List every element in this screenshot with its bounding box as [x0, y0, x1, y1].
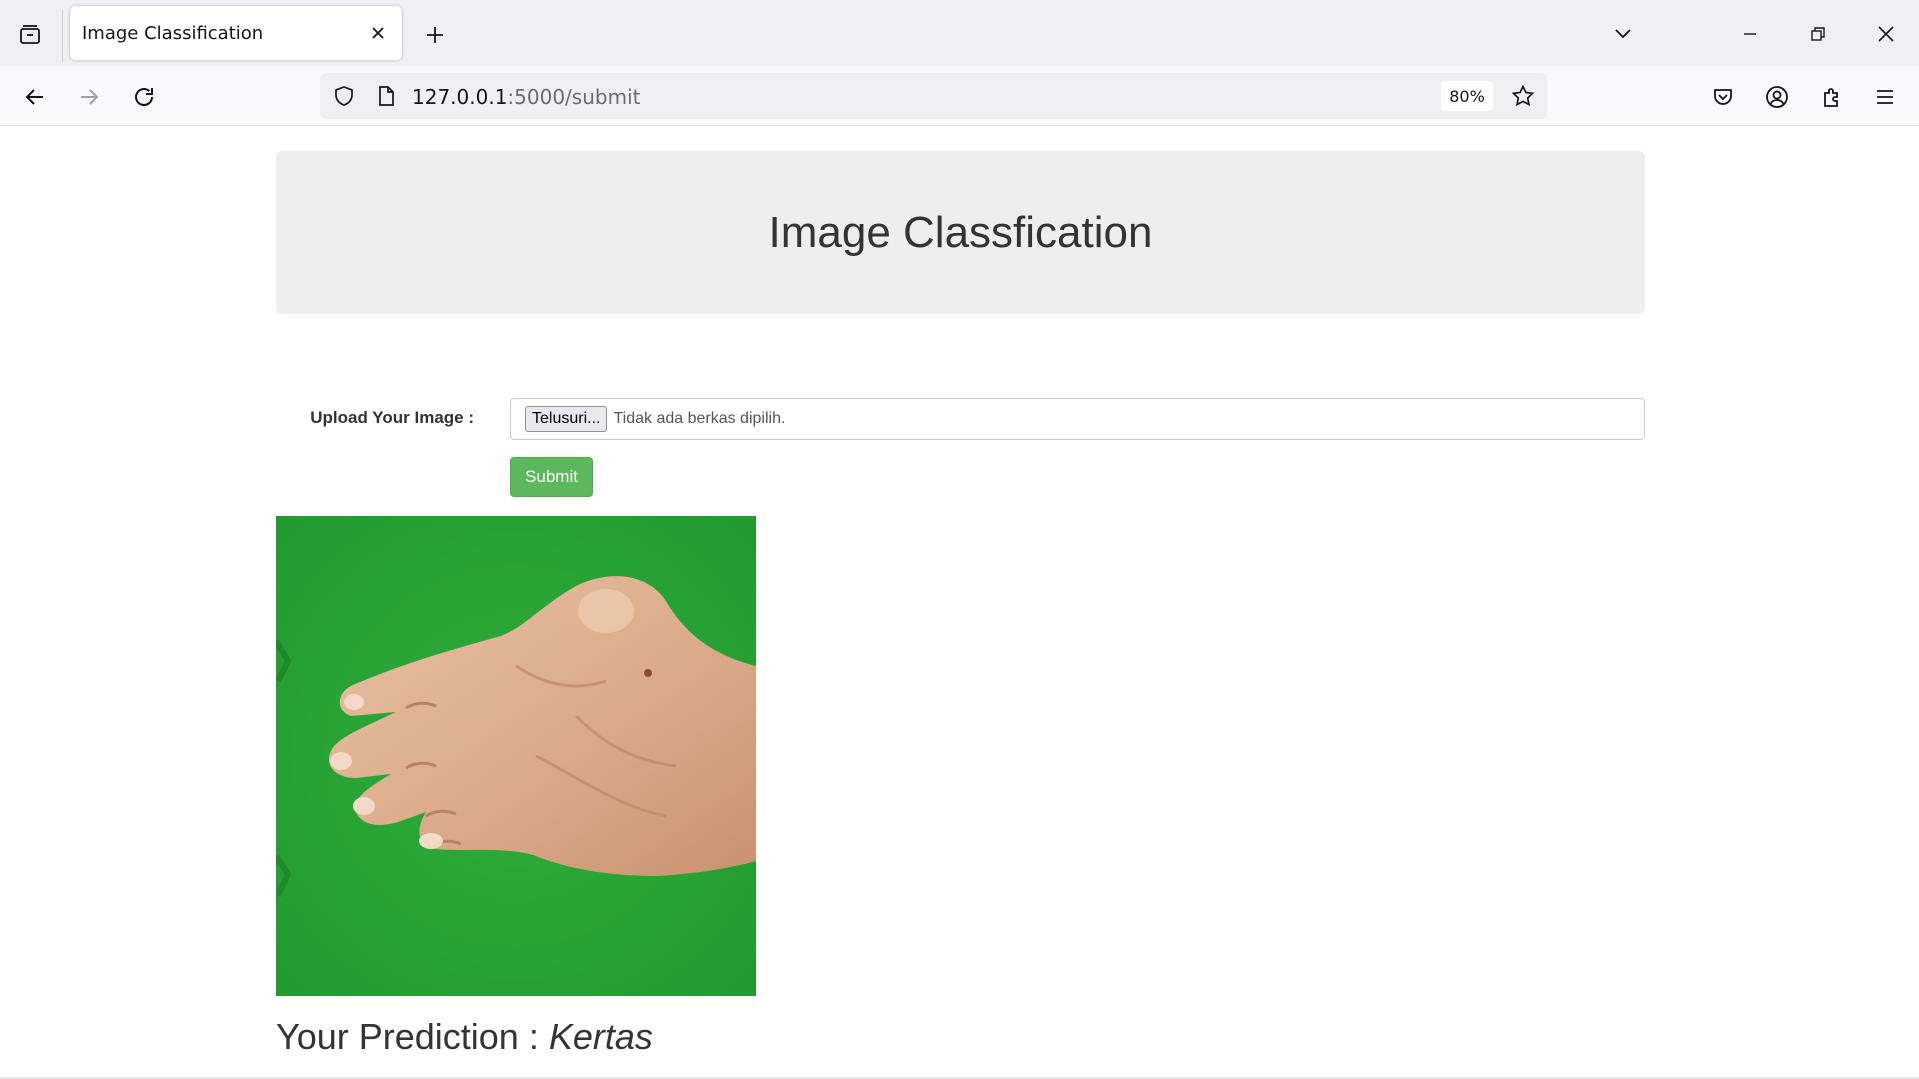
hand-photo — [276, 516, 756, 996]
page-header: Image Classfication — [276, 151, 1645, 314]
url-text[interactable]: 127.0.0.1:5000/submit — [412, 85, 640, 109]
minimize-icon[interactable] — [1730, 14, 1770, 54]
extensions-puzzle-icon[interactable] — [1813, 78, 1851, 116]
bookmark-star-icon[interactable] — [1507, 80, 1539, 112]
navigation-toolbar: 127.0.0.1:5000/submit 80% — [0, 66, 1919, 126]
prediction-result: Your Prediction : Kertas — [276, 1016, 653, 1058]
chevron-down-icon[interactable] — [1606, 16, 1640, 50]
restore-icon[interactable] — [1798, 14, 1838, 54]
back-arrow-icon[interactable] — [16, 78, 54, 116]
file-input[interactable]: Telusuri... Tidak ada berkas dipilih. — [510, 398, 1645, 440]
tab-strip: Image Classification — [0, 0, 1919, 66]
zoom-indicator[interactable]: 80% — [1441, 81, 1493, 111]
new-tab-plus-icon[interactable] — [418, 18, 452, 52]
page-title: Image Classfication — [768, 207, 1153, 257]
account-icon[interactable] — [1758, 78, 1796, 116]
shield-icon[interactable] — [330, 82, 358, 110]
menu-hamburger-icon[interactable] — [1866, 78, 1904, 116]
tab-image-classification[interactable]: Image Classification — [70, 6, 402, 60]
submit-button[interactable]: Submit — [510, 457, 593, 497]
prediction-value: Kertas — [548, 1016, 653, 1057]
reload-icon[interactable] — [125, 78, 163, 116]
prediction-prefix: Your Prediction : — [276, 1016, 549, 1057]
tab-separator — [62, 10, 63, 62]
browse-button[interactable]: Telusuri... — [525, 406, 608, 432]
page-info-icon[interactable] — [372, 82, 400, 110]
tab-overview-icon[interactable] — [14, 19, 46, 51]
close-window-icon[interactable] — [1866, 14, 1906, 54]
file-status-text: Tidak ada berkas dipilih. — [613, 410, 786, 427]
close-tab-icon[interactable] — [364, 19, 392, 47]
url-path: :5000/submit — [507, 85, 641, 109]
pocket-icon[interactable] — [1704, 78, 1742, 116]
uploaded-image-preview — [276, 516, 756, 996]
upload-label: Upload Your Image : — [310, 408, 474, 427]
forward-arrow-icon[interactable] — [70, 78, 108, 116]
tab-title: Image Classification — [82, 22, 264, 44]
address-bar[interactable]: 127.0.0.1:5000/submit 80% — [320, 73, 1547, 119]
url-host: 127.0.0.1 — [412, 85, 508, 109]
